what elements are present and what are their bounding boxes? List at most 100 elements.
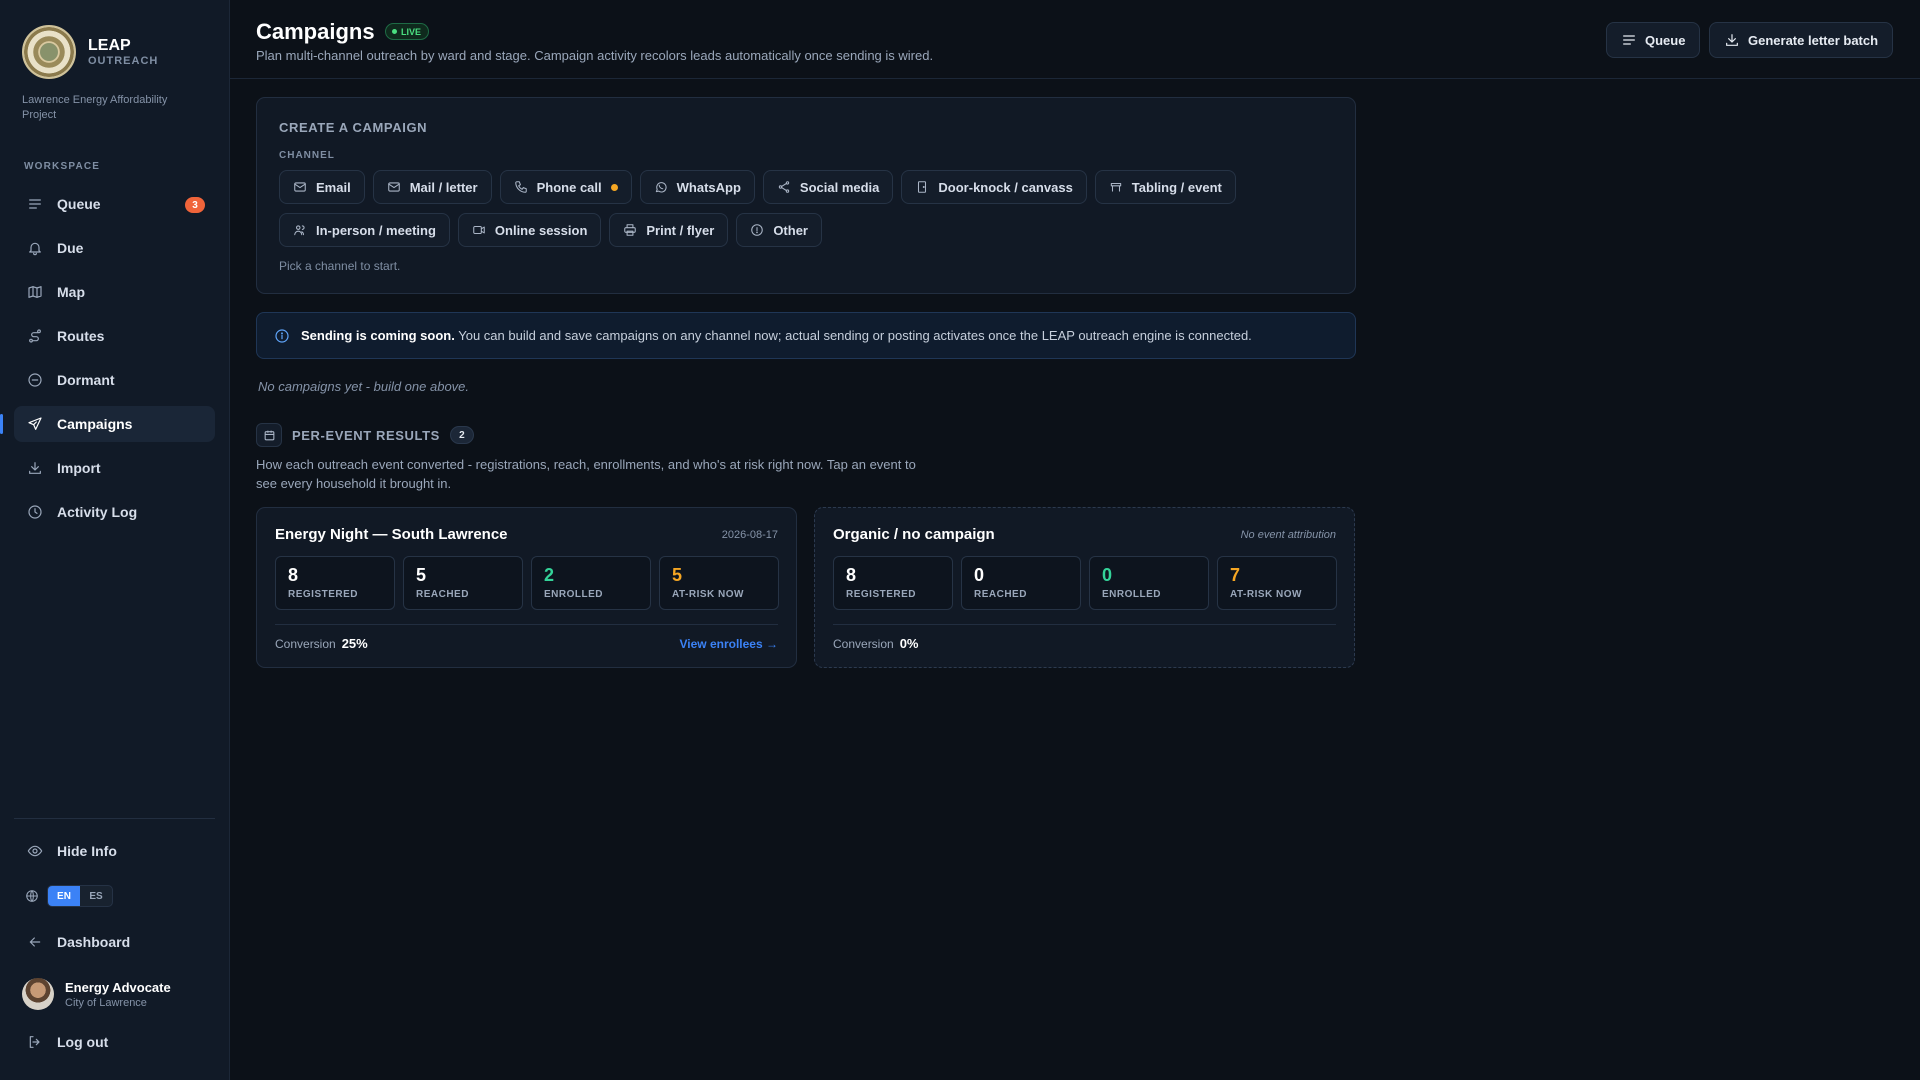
channel-in-person-meeting[interactable]: In-person / meeting	[279, 213, 450, 247]
arrow-left-icon	[27, 934, 43, 950]
logout-icon	[27, 1034, 43, 1050]
stat-reached: 0 REACHED	[961, 556, 1081, 610]
language-toggle: EN ES	[47, 885, 113, 907]
per-event-title: PER-EVENT RESULTS	[292, 427, 440, 443]
sidebar-item-queue[interactable]: Queue 3	[14, 186, 215, 222]
event-title: Organic / no campaign	[833, 526, 995, 543]
card-divider	[275, 624, 778, 625]
sidebar-item-activity-log[interactable]: Activity Log	[14, 494, 215, 530]
lang-es-button[interactable]: ES	[80, 886, 112, 906]
channel-other[interactable]: Other	[736, 213, 822, 247]
channel-label-text: Tabling / event	[1131, 179, 1222, 195]
card-divider	[833, 624, 1336, 625]
list-icon	[27, 196, 43, 212]
stat-reached: 5 REACHED	[403, 556, 523, 610]
stat-enrolled: 0 ENROLLED	[1089, 556, 1209, 610]
channel-label-text: Print / flyer	[646, 222, 715, 238]
clock-icon	[27, 504, 43, 520]
sidebar-item-label: Map	[57, 284, 85, 300]
sidebar-item-label: Import	[57, 460, 101, 476]
map-icon	[27, 284, 43, 300]
create-campaign-title: CREATE A CAMPAIGN	[279, 120, 428, 135]
queue-button[interactable]: Queue	[1606, 22, 1701, 58]
list-icon	[1621, 32, 1637, 48]
channel-label-text: Mail / letter	[409, 179, 478, 195]
logout-label: Log out	[57, 1034, 109, 1050]
channel-tabling-event[interactable]: Tabling / event	[1094, 170, 1236, 204]
sidebar: LEAP OUTREACH Lawrence Energy Affordabil…	[0, 0, 230, 1080]
sidebar-item-dormant[interactable]: Dormant	[14, 362, 215, 398]
event-card[interactable]: Organic / no campaign No event attributi…	[814, 507, 1355, 668]
page-subtitle: Plan multi-channel outreach by ward and …	[256, 48, 934, 63]
circle-icon	[750, 223, 764, 237]
conversion: Conversion 25%	[275, 636, 368, 651]
sidebar-item-label: Campaigns	[57, 416, 133, 432]
send-icon	[27, 416, 43, 432]
door-icon	[915, 180, 929, 194]
channel-email[interactable]: Email	[279, 170, 365, 204]
section-label-workspace: WORKSPACE	[24, 161, 101, 172]
queue-count-badge: 3	[185, 197, 205, 213]
per-event-count: 2	[449, 426, 474, 444]
stat-label: REGISTERED	[846, 589, 917, 600]
user-org: City of Lawrence	[65, 996, 147, 1009]
users-icon	[293, 223, 307, 237]
event-date: 2026-08-17	[721, 529, 778, 541]
event-title: Energy Night — South Lawrence	[275, 526, 508, 543]
avatar	[22, 978, 54, 1010]
bell-icon	[27, 240, 43, 256]
channel-label-text: Email	[316, 179, 351, 195]
sidebar-item-map[interactable]: Map	[14, 274, 215, 310]
brand[interactable]: LEAP OUTREACH	[22, 25, 158, 79]
sending-notice: Sending is coming soon. You can build an…	[256, 312, 1356, 359]
sidebar-divider	[14, 818, 215, 819]
table-icon	[1109, 180, 1123, 194]
channel-mail-letter[interactable]: Mail / letter	[372, 170, 492, 204]
view-enrollees-link[interactable]: View enrollees →	[680, 637, 779, 651]
stat-label: REACHED	[974, 589, 1027, 600]
stat-label: AT-RISK NOW	[1230, 589, 1302, 600]
status-dot	[610, 183, 618, 191]
channel-label-text: WhatsApp	[676, 179, 741, 195]
logout-button[interactable]: Log out	[27, 1034, 108, 1050]
stat-value: 5	[672, 565, 683, 585]
hide-info-button[interactable]: Hide Info	[27, 843, 117, 859]
queue-button-label: Queue	[1645, 32, 1686, 48]
channel-online-session[interactable]: Online session	[457, 213, 602, 247]
per-event-header: PER-EVENT RESULTS 2	[256, 423, 474, 447]
minus-circle-icon	[27, 372, 43, 388]
sidebar-nav: Queue 3 Due Map Routes Dormant Campaigns…	[0, 186, 215, 538]
printer-icon	[623, 223, 637, 237]
mail-icon	[293, 180, 307, 194]
sidebar-item-routes[interactable]: Routes	[14, 318, 215, 354]
generate-letter-batch-button[interactable]: Generate letter batch	[1709, 22, 1894, 58]
sidebar-item-label: Dormant	[57, 372, 115, 388]
stat-label: AT-RISK NOW	[672, 589, 744, 600]
live-label: LIVE	[401, 26, 422, 37]
sidebar-item-label: Due	[57, 240, 84, 256]
brand-name: LEAP	[88, 37, 131, 54]
stat-value: 2	[544, 565, 555, 585]
sidebar-item-due[interactable]: Due	[14, 230, 215, 266]
channel-social-media[interactable]: Social media	[762, 170, 894, 204]
event-attribution: No event attribution	[1240, 529, 1336, 541]
sidebar-item-campaigns[interactable]: Campaigns	[0, 406, 215, 442]
channel-hint: Pick a channel to start.	[279, 259, 401, 273]
channel-door-knock[interactable]: Door-knock / canvass	[901, 170, 1087, 204]
dashboard-link[interactable]: Dashboard	[27, 934, 130, 950]
stat-value: 0	[1102, 565, 1113, 585]
video-icon	[472, 223, 486, 237]
stat-label: REGISTERED	[288, 589, 359, 600]
channel-label: CHANNEL	[279, 150, 335, 161]
sidebar-item-import[interactable]: Import	[14, 450, 215, 486]
user-profile[interactable]: Energy Advocate City of Lawrence	[22, 978, 171, 1010]
channel-label-text: Online session	[494, 222, 588, 238]
channel-phone-call[interactable]: Phone call	[499, 170, 632, 204]
event-card[interactable]: Energy Night — South Lawrence 2026-08-17…	[256, 507, 797, 668]
channel-whatsapp[interactable]: WhatsApp	[639, 170, 755, 204]
brand-subtitle: OUTREACH	[88, 55, 159, 67]
lang-en-button[interactable]: EN	[48, 886, 80, 906]
stat-value: 8	[288, 565, 299, 585]
channel-print-flyer[interactable]: Print / flyer	[609, 213, 729, 247]
stat-at-risk: 5 AT-RISK NOW	[659, 556, 779, 610]
